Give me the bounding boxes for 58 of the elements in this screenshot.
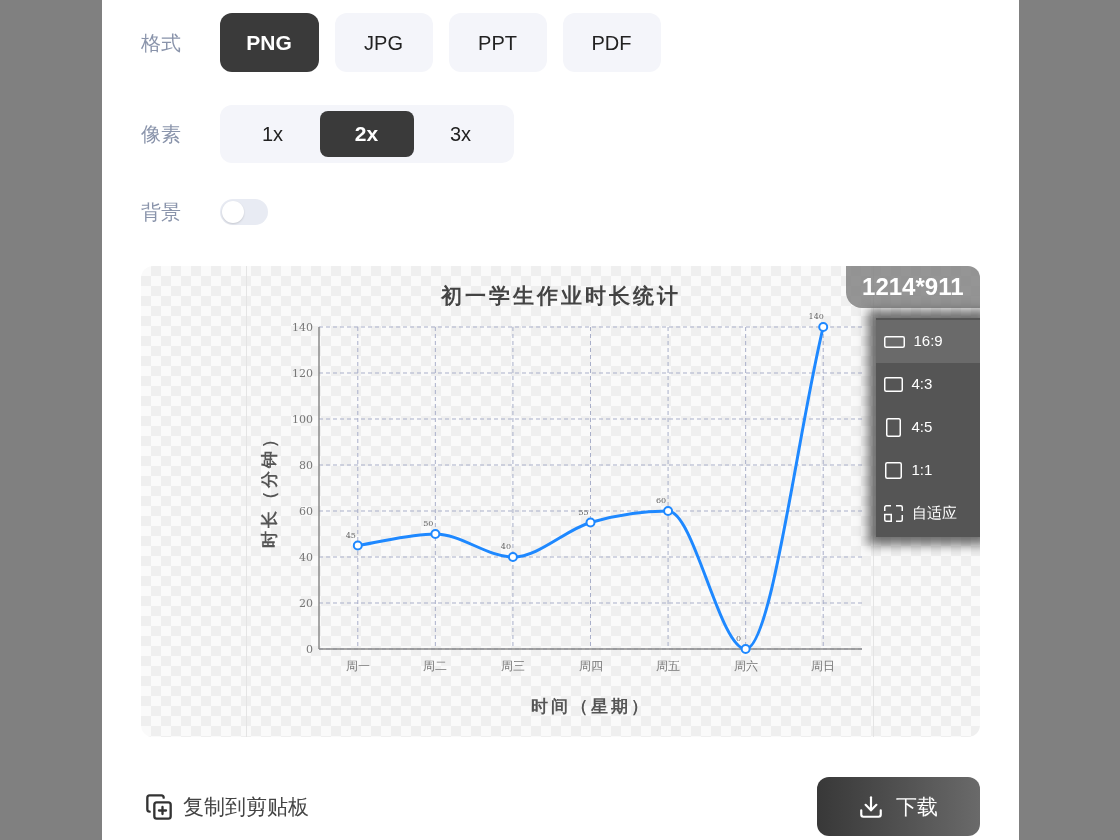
- download-icon: [858, 793, 884, 820]
- data-point: [663, 506, 674, 516]
- format-option[interactable]: JPG: [334, 13, 433, 72]
- data-label: 0: [736, 634, 742, 643]
- y-tick-label: 0: [306, 643, 313, 656]
- portrait-rectangle-icon: [885, 418, 901, 437]
- y-tick-label: 60: [299, 505, 313, 518]
- x-tick-label: 周四: [578, 659, 603, 673]
- y-axis-title: 时长（分钟）: [259, 428, 279, 548]
- x-axis-title: 时间（星期）: [530, 696, 651, 716]
- resolution-option[interactable]: 1x: [225, 111, 320, 157]
- format-option[interactable]: PDF: [562, 13, 661, 72]
- y-tick-label: 20: [299, 597, 313, 610]
- background-toggle[interactable]: [219, 199, 268, 225]
- aspect-ratio-option[interactable]: 自适应: [875, 492, 980, 535]
- y-tick-label: 80: [299, 459, 313, 472]
- data-label: 60: [656, 496, 667, 505]
- y-tick-label: 40: [299, 551, 313, 564]
- data-point: [818, 322, 829, 332]
- x-tick-label: 周二: [423, 659, 448, 673]
- data-point: [585, 517, 596, 528]
- x-tick-label: 周五: [656, 659, 681, 673]
- square-icon: [884, 462, 902, 479]
- aspect-ratio-option[interactable]: 16:9: [875, 320, 980, 363]
- rectangle-icon: [883, 377, 903, 392]
- data-label: 140: [808, 312, 824, 321]
- data-label: 45: [345, 530, 356, 540]
- resolution-option[interactable]: 3x: [413, 111, 508, 157]
- data-label: 55: [578, 507, 589, 517]
- y-tick-label: 100: [292, 413, 313, 426]
- data-label: 40: [500, 542, 511, 551]
- x-tick-label: 周六: [733, 659, 758, 673]
- fit-frame-icon: [883, 505, 903, 522]
- background-label: 背景: [140, 200, 182, 225]
- y-tick-label: 120: [292, 367, 313, 380]
- x-tick-label: 周日: [811, 659, 836, 673]
- resolution-label: 像素: [140, 122, 182, 147]
- format-option[interactable]: PNG: [219, 13, 319, 72]
- data-point: [352, 540, 363, 551]
- data-point: [507, 552, 518, 562]
- data-label: 50: [423, 519, 434, 528]
- x-tick-label: 周三: [500, 659, 525, 673]
- data-point: [430, 529, 441, 539]
- aspect-ratio-option[interactable]: 1:1: [875, 449, 980, 492]
- format-label: 格式: [140, 30, 182, 56]
- resolution-option[interactable]: 2x: [319, 111, 414, 157]
- aspect-ratio-option[interactable]: 4:5: [875, 406, 980, 449]
- copy-plus-icon: [144, 792, 173, 821]
- image-size-badge: 1214*911: [846, 266, 980, 308]
- chart-title: 初一学生作业时长统计: [441, 283, 681, 308]
- aspect-ratio-option[interactable]: 4:3: [875, 363, 980, 406]
- wide-rectangle-icon: [883, 335, 905, 348]
- y-tick-label: 140: [292, 321, 313, 334]
- copy-to-clipboard-button[interactable]: 复制到剪贴板: [140, 790, 309, 823]
- x-tick-label: 周一: [345, 659, 370, 673]
- download-button[interactable]: 下载: [816, 777, 980, 836]
- data-point: [740, 644, 751, 654]
- format-option[interactable]: PPT: [448, 13, 547, 72]
